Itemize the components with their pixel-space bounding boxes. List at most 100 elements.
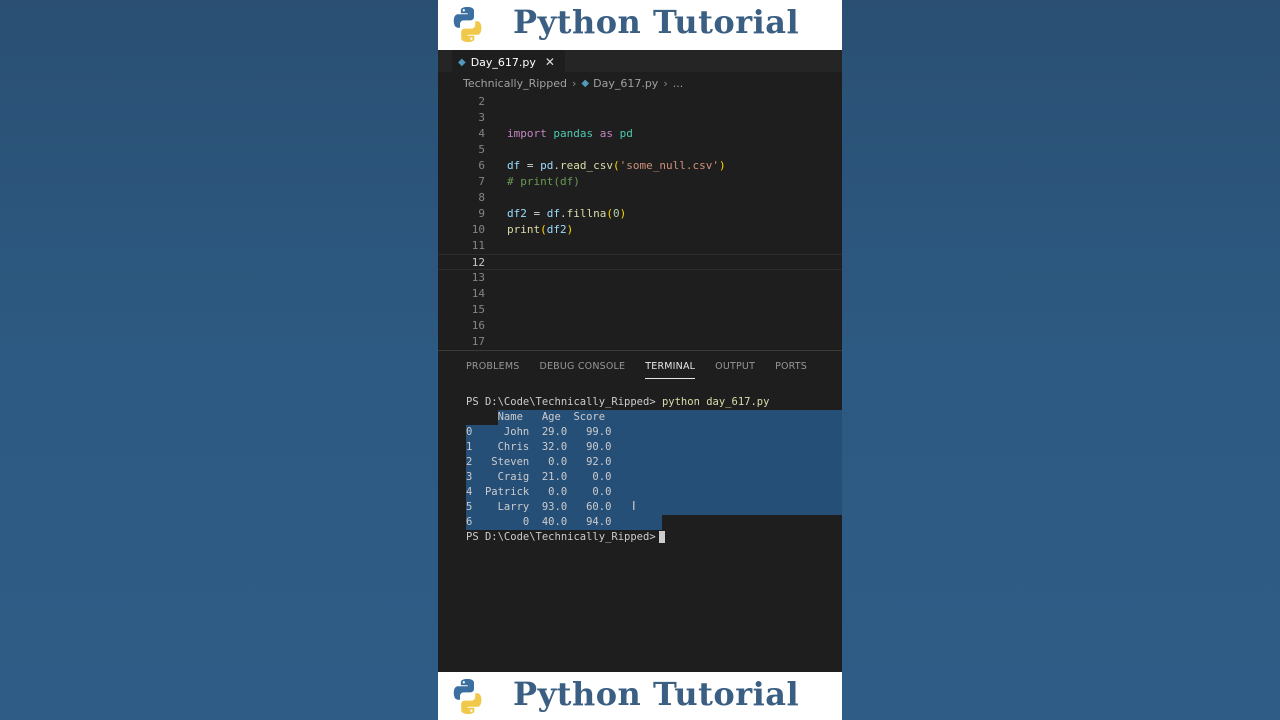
keyword: as	[599, 127, 613, 140]
paren: )	[619, 207, 627, 220]
terminal-output-line: Name Age Score	[466, 411, 606, 423]
close-icon[interactable]: ✕	[545, 55, 555, 69]
current-code-line: 12	[438, 254, 842, 270]
python-file-icon: ◆	[581, 77, 590, 89]
terminal-output-line: 5 Larry 93.0 60.0	[466, 501, 612, 513]
line-number: 17	[471, 335, 485, 348]
operator: =	[526, 207, 547, 220]
code-line: 17	[438, 334, 842, 350]
editor-tab-bar: ◆ Day_617.py ✕	[438, 50, 842, 73]
python-logo-icon	[453, 7, 482, 42]
terminal-prompt: PS D:\Code\Technically_Ripped>	[466, 396, 662, 408]
breadcrumb-symbol[interactable]: ...	[673, 77, 684, 90]
code-line: 15	[438, 302, 842, 318]
code-line: 4 import pandas as pd	[438, 126, 842, 142]
paren: )	[566, 223, 574, 236]
tab-problems[interactable]: PROBLEMS	[466, 361, 519, 372]
video-frame: Python Tutorial ◆ Day_617.py ✕ Technical…	[438, 0, 842, 720]
terminal-command: python day_617.py	[661, 396, 770, 408]
text-cursor-icon: I	[632, 499, 636, 513]
line-number: 8	[478, 191, 485, 204]
line-number: 3	[478, 111, 485, 124]
variable: pd	[540, 159, 554, 172]
paren: (	[612, 159, 620, 172]
line-number: 10	[471, 223, 485, 236]
code-line: 10 print(df2)	[438, 222, 842, 238]
terminal-prompt: PS D:\Code\Technically_Ripped>	[466, 531, 656, 543]
code-line: 14	[438, 286, 842, 302]
code-line: 13	[438, 270, 842, 286]
line-number: 6	[478, 159, 485, 172]
paren: (	[606, 207, 613, 220]
terminal-output-line: 1 Chris 32.0 90.0	[466, 441, 612, 453]
line-number: 7	[478, 175, 485, 188]
python-logo-icon	[453, 679, 482, 714]
chevron-right-icon: ›	[663, 76, 668, 90]
function-name: read_csv	[560, 159, 613, 172]
breadcrumb-file[interactable]: Day_617.py	[593, 77, 658, 90]
line-number: 4	[478, 127, 485, 140]
code-editor[interactable]: 2 3 4 import pandas as pd 5 6 df = pd.re…	[438, 94, 842, 350]
terminal-output-line: 6 0 40.0 94.0	[466, 516, 612, 528]
terminal-final-prompt-line: PS D:\Code\Technically_Ripped>	[466, 530, 665, 545]
editor-tab[interactable]: ◆ Day_617.py ✕	[452, 50, 565, 73]
variable: df	[507, 159, 521, 172]
paren: )	[718, 159, 726, 172]
terminal-cursor	[658, 531, 665, 543]
code-line: 6 df = pd.read_csv('some_null.csv')	[438, 158, 842, 174]
code-text: print(df2)	[507, 222, 573, 238]
tab-output[interactable]: OUTPUT	[715, 361, 755, 372]
line-number: 12	[471, 256, 485, 269]
module-name: pandas	[553, 127, 594, 140]
string-literal: 'some_null.csv'	[619, 159, 719, 172]
tab-debug-console[interactable]: DEBUG CONSOLE	[539, 361, 625, 372]
line-number: 2	[478, 95, 485, 108]
line-number: 15	[471, 303, 485, 316]
code-line: 16	[438, 318, 842, 334]
variable: df2	[546, 223, 567, 236]
code-line: 3	[438, 110, 842, 126]
function-name: print	[507, 223, 541, 236]
line-number: 13	[471, 271, 485, 284]
function-name: fillna	[566, 207, 607, 220]
variable: df	[546, 207, 560, 220]
code-text: df = pd.read_csv('some_null.csv')	[507, 158, 726, 174]
code-line: 9 df2 = df.fillna(0)	[438, 206, 842, 222]
tab-terminal[interactable]: TERMINAL	[645, 361, 696, 379]
code-line: 8	[438, 190, 842, 206]
code-line: 11	[438, 238, 842, 254]
terminal-command-line: PS D:\Code\Technically_Ripped> python da…	[466, 395, 769, 410]
code-text: import pandas as pd	[507, 126, 633, 142]
code-line: 5	[438, 142, 842, 158]
number-literal: 0	[613, 207, 620, 220]
comment: # print(df)	[507, 175, 580, 188]
operator: .	[560, 207, 567, 220]
terminal-output-line: 3 Craig 21.0 0.0	[466, 471, 612, 483]
bottom-banner: Python Tutorial	[438, 672, 842, 720]
terminal-output-line: 0 John 29.0 99.0	[466, 426, 612, 438]
line-number: 16	[471, 319, 485, 332]
terminal-output-line: 2 Steven 0.0 92.0	[466, 456, 612, 468]
line-number: 14	[471, 287, 485, 300]
banner-title: Python Tutorial	[513, 675, 800, 713]
panel-tab-bar: PROBLEMS DEBUG CONSOLE TERMINAL OUTPUT P…	[438, 351, 842, 381]
tab-label: Day_617.py	[470, 55, 536, 69]
line-number: 11	[471, 239, 485, 252]
terminal-output-line: 4 Patrick 0.0 0.0	[466, 486, 612, 498]
variable: df2	[507, 207, 527, 220]
breadcrumb-folder[interactable]: Technically_Ripped	[463, 77, 567, 90]
chevron-right-icon: ›	[572, 76, 577, 90]
code-line: 7 # print(df)	[438, 174, 842, 190]
code-text: df2 = df.fillna(0)	[507, 206, 626, 222]
terminal[interactable]: PS D:\Code\Technically_Ripped> python da…	[438, 381, 842, 672]
line-number: 9	[478, 207, 485, 220]
code-line: 2	[438, 94, 842, 110]
paren: (	[540, 223, 547, 236]
python-file-icon: ◆	[458, 56, 466, 68]
line-number: 5	[478, 143, 485, 156]
breadcrumb: Technically_Ripped › ◆ Day_617.py › ...	[438, 72, 842, 94]
operator: .	[553, 159, 560, 172]
banner-title: Python Tutorial	[513, 3, 800, 41]
tab-ports[interactable]: PORTS	[775, 361, 807, 372]
top-banner: Python Tutorial	[438, 0, 842, 50]
